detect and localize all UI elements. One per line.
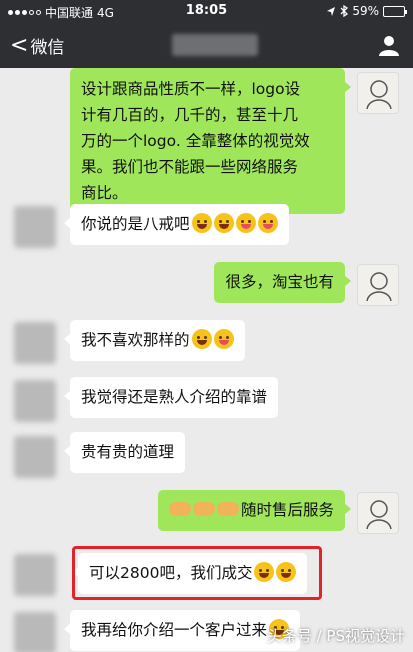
tongue-emoji-icon [235,213,256,233]
message-bubble-received[interactable]: 你说的是八戒吧 [64,204,289,245]
message-text: 很多，淘宝也有 [225,273,334,291]
message-bubble-received[interactable]: 我不喜欢那样的 [64,320,245,361]
chevron-left-icon: < [10,32,29,58]
back-label: 微信 [30,38,65,58]
location-icon [327,6,336,16]
message-line: 计有几百的，几千的，甚至十几 [81,106,299,124]
contact-avatar[interactable] [14,380,56,422]
watermark: 头条号 / PS视觉设计 [267,625,405,646]
my-avatar[interactable] [357,72,399,114]
message-bubble-received[interactable]: 贵有贵的道理 [63,432,186,473]
chat-title-blurred [172,34,258,56]
contact-avatar[interactable] [14,554,56,596]
sketch-avatar-icon [366,272,392,302]
person-icon[interactable] [377,33,401,57]
message-line: 设计跟商品性质不一样，logo设 [81,80,301,98]
contact-avatar[interactable] [14,322,56,364]
laugh-tears-emoji-icon [213,213,234,233]
message-text: 贵有贵的道理 [81,443,175,461]
message-bubble-sent[interactable]: 随时售后服务 [157,490,352,531]
message-text: 你说的是八戒吧 [81,215,190,233]
contact-avatar[interactable] [14,612,56,652]
laugh-tears-emoji-icon [191,213,212,233]
laugh-tears-emoji-icon [191,329,212,349]
message-line: 万的一个logo. 全靠整体的视觉效 [81,132,310,150]
chat-area: 设计跟商品性质不一样，logo设 计有几百的，几千的，甚至十几 万的一个logo… [0,68,413,652]
message-line: 果。我们也不能跟一些网络服务 [81,158,299,176]
message-text: 我再给你介绍一个客户过来 [81,621,268,639]
my-avatar[interactable] [357,264,399,306]
message-text: 我觉得还是熟人介绍的靠谱 [81,388,268,406]
back-button[interactable]: < 微信 [10,33,64,58]
contact-avatar[interactable] [14,206,56,248]
tongue-emoji-icon [213,329,234,349]
sketch-avatar-icon [366,500,392,530]
message-bubble-received[interactable]: 我觉得还是熟人介绍的靠谱 [63,377,279,418]
bluetooth-icon [340,5,349,17]
status-right: 59% [326,4,407,18]
message-bubble-sent[interactable]: 设计跟商品性质不一样，logo设 计有几百的，几千的，甚至十几 万的一个logo… [70,68,351,214]
message-line: 商比。 [81,184,128,202]
message-text: 随时售后服务 [240,501,334,519]
sketch-avatar-icon [366,80,392,110]
handshake-emoji-icon [168,502,191,516]
contact-avatar[interactable] [14,436,56,478]
handshake-emoji-icon [192,502,215,516]
battery-percent: 59% [352,4,379,18]
handshake-emoji-icon [216,502,239,516]
my-avatar[interactable] [357,492,399,534]
tongue-emoji-icon [257,213,278,233]
status-bar: 中国联通 4G 18:05 59% [0,0,413,22]
battery-icon [383,5,407,17]
nav-bar: < 微信 [0,22,413,68]
message-bubble-sent[interactable]: 很多，淘宝也有 [214,262,351,303]
message-bubble-received[interactable]: 我再给你介绍一个客户过来 [63,610,301,651]
red-highlight-box [72,546,322,600]
watermark-text: 头条号 / PS视觉设计 [266,627,405,645]
message-text: 我不喜欢那样的 [81,331,190,349]
